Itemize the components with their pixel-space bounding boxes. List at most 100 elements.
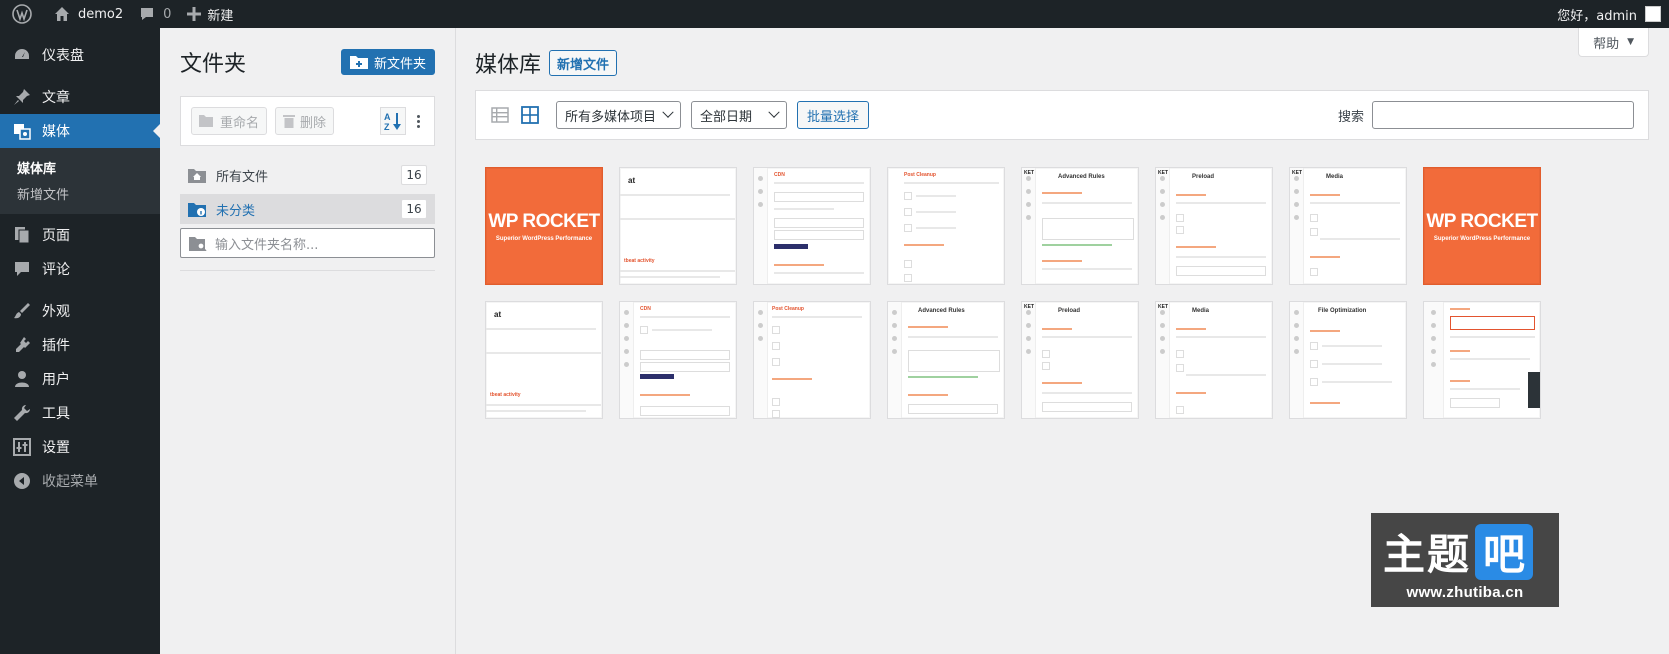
attachment-thumbnail[interactable]: KET Preload xyxy=(1155,167,1273,285)
comments-link[interactable]: 0 xyxy=(131,0,179,28)
attachment-thumbnail[interactable]: CDN xyxy=(753,167,871,285)
account-greeting[interactable]: 您好，admin xyxy=(1557,5,1637,24)
folder-search-icon xyxy=(189,236,207,251)
media-type-value: 所有多媒体项目 xyxy=(565,109,657,125)
media-toolbar: 所有多媒体项目 全部日期 批量选择 搜索 xyxy=(475,90,1649,140)
thumb-text: Post Cleanup xyxy=(772,306,804,312)
help-tab-button[interactable]: 帮助 ▼ xyxy=(1578,28,1649,57)
user-icon xyxy=(12,369,32,389)
attachment-thumbnail[interactable] xyxy=(1423,301,1541,419)
watermark-logo: 主题 吧 www.zhutiba.cn xyxy=(1371,513,1559,607)
sort-az-button[interactable]: AZ xyxy=(380,107,406,135)
new-folder-button[interactable]: 新文件夹 xyxy=(340,49,435,75)
attachment-thumbnail[interactable]: CDN xyxy=(619,301,737,419)
menu-item-plugins[interactable]: 插件 xyxy=(0,328,160,362)
attachment-thumbnail[interactable]: WP ROCKET Superior WordPress Performance xyxy=(1423,167,1541,285)
pages-icon xyxy=(12,225,32,245)
date-filter[interactable]: 全部日期 xyxy=(691,101,788,129)
folder-item-uncategorized[interactable]: 未分类 16 xyxy=(180,194,435,224)
folder-home-icon xyxy=(188,168,206,183)
menu-item-posts[interactable]: 文章 xyxy=(0,80,160,114)
bulk-select-button[interactable]: 批量选择 xyxy=(797,101,870,129)
rename-button[interactable]: 重命名 xyxy=(191,107,268,135)
folder-count: 16 xyxy=(401,165,427,185)
menu-item-comments[interactable]: 评论 xyxy=(0,252,160,286)
submenu-add-new[interactable]: 新增文件 xyxy=(0,180,160,206)
thumb-text: Preload xyxy=(1058,308,1081,314)
menu-item-dashboard[interactable]: 仪表盘 xyxy=(0,38,160,72)
thumb-text: CDN xyxy=(774,172,785,178)
pushpin-icon xyxy=(12,87,32,107)
menu-item-tools[interactable]: 工具 xyxy=(0,396,160,430)
divider xyxy=(180,270,435,271)
thumb-text: KET xyxy=(1158,170,1168,176)
attachment-thumbnail[interactable]: KET Advanced Rules xyxy=(1021,167,1139,285)
folder-edit-icon xyxy=(199,115,213,127)
media-type-filter[interactable]: 所有多媒体项目 xyxy=(556,101,682,129)
new-label: 新建 xyxy=(207,8,234,24)
attachment-thumbnail[interactable]: WP ROCKET Superior WordPress Performance xyxy=(485,167,603,285)
menu-item-appearance[interactable]: 外观 xyxy=(0,294,160,328)
attachment-thumbnail[interactable]: File Optimization xyxy=(1289,301,1407,419)
folder-panel-title: 文件夹 xyxy=(180,52,247,77)
attachment-thumbnail[interactable]: at tbeat activity xyxy=(485,301,603,419)
menu-label-media: 媒体 xyxy=(42,124,70,140)
wordpress-logo-button[interactable] xyxy=(0,0,40,28)
avatar[interactable] xyxy=(1645,6,1661,22)
thumb-text: tbeat activity xyxy=(490,392,521,398)
collapse-arrow-icon xyxy=(12,471,32,491)
chevron-down-icon xyxy=(768,106,780,118)
folder-label: 所有文件 xyxy=(216,169,269,185)
menu-label-collapse: 收起菜单 xyxy=(42,474,98,490)
attachment-thumbnail[interactable]: KET Media xyxy=(1155,301,1273,419)
more-options-button[interactable] xyxy=(412,107,424,135)
watermark-text: 主题 xyxy=(1383,530,1472,579)
folder-toolbar: 重命名 删除 AZ xyxy=(180,96,435,146)
attachment-thumbnail[interactable]: KET Media xyxy=(1289,167,1407,285)
sort-az-icon: AZ xyxy=(384,112,401,132)
search-label: 搜索 xyxy=(1337,109,1364,125)
media-submenu: 媒体库 新增文件 xyxy=(0,148,160,214)
wordpress-logo-icon xyxy=(12,4,32,24)
chevron-down-icon xyxy=(662,106,674,118)
list-view-icon[interactable] xyxy=(490,105,510,125)
new-folder-label: 新文件夹 xyxy=(373,56,426,72)
thumb-text: CDN xyxy=(640,306,651,312)
comments-count: 0 xyxy=(163,6,172,22)
thumb-text: KET xyxy=(1024,304,1034,310)
attachment-thumbnail[interactable]: Post Cleanup xyxy=(887,167,1005,285)
settings-sliders-icon xyxy=(12,437,32,457)
home-icon xyxy=(55,7,69,21)
menu-item-pages[interactable]: 页面 xyxy=(0,218,160,252)
thumb-text: at xyxy=(494,310,502,319)
menu-item-users[interactable]: 用户 xyxy=(0,362,160,396)
dashboard-gauge-icon xyxy=(12,45,32,65)
folder-item-all[interactable]: 所有文件 16 xyxy=(180,160,435,190)
thumb-text: KET xyxy=(1158,304,1168,310)
collapse-menu-button[interactable]: 收起菜单 xyxy=(0,464,160,498)
submenu-library[interactable]: 媒体库 xyxy=(0,154,160,180)
attachment-thumbnail[interactable]: at tbeat activity xyxy=(619,167,737,285)
delete-button[interactable]: 删除 xyxy=(275,107,335,135)
folder-panel: 文件夹 新文件夹 重命名 删除 AZ 所有文件 16 未分类 16 输入文件夹名… xyxy=(160,28,456,654)
folder-name-input[interactable]: 输入文件夹名称... xyxy=(180,228,435,258)
paintbrush-icon xyxy=(12,301,32,321)
add-new-file-button[interactable]: 新增文件 xyxy=(549,50,618,76)
thumb-text: Advanced Rules xyxy=(1058,174,1105,180)
thumb-text: tbeat activity xyxy=(624,258,655,264)
menu-item-media[interactable]: 媒体 xyxy=(0,114,160,148)
thumb-text: KET xyxy=(1292,170,1302,176)
new-content-link[interactable]: 新建 xyxy=(179,0,241,28)
thumb-text: Media xyxy=(1192,308,1210,314)
site-name-link[interactable]: demo2 xyxy=(46,0,131,28)
menu-label-settings: 设置 xyxy=(42,440,70,456)
svg-text:A: A xyxy=(384,112,391,122)
grid-view-icon[interactable] xyxy=(520,105,540,125)
thumb-text: Media xyxy=(1326,174,1344,180)
attachment-thumbnail[interactable]: KET Preload xyxy=(1021,301,1139,419)
menu-item-settings[interactable]: 设置 xyxy=(0,430,160,464)
menu-label-tools: 工具 xyxy=(42,406,70,422)
attachment-thumbnail[interactable]: Advanced Rules xyxy=(887,301,1005,419)
search-input[interactable] xyxy=(1372,101,1634,129)
attachment-thumbnail[interactable]: Post Cleanup xyxy=(753,301,871,419)
